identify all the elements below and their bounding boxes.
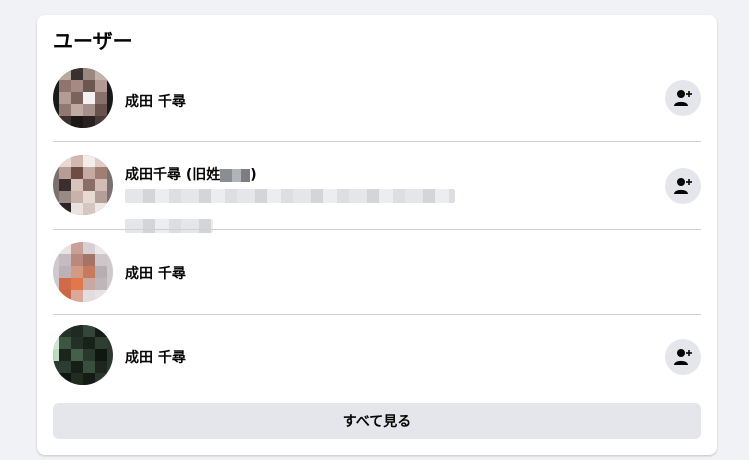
person-add-icon xyxy=(674,90,692,106)
redacted-details xyxy=(125,189,455,203)
avatar[interactable] xyxy=(53,68,113,128)
user-name-prefix: 成田千尋 (旧姓 xyxy=(125,167,221,183)
user-name-suffix: ) xyxy=(250,167,257,183)
user-name[interactable]: 成田 千尋 xyxy=(125,347,186,367)
user-name[interactable]: 成田 千尋 xyxy=(125,91,186,111)
add-friend-button[interactable] xyxy=(665,168,701,204)
person-add-icon xyxy=(674,349,692,365)
user-name[interactable]: 成田千尋 (旧姓) xyxy=(125,164,257,184)
section-title: ユーザー xyxy=(53,29,133,53)
add-friend-button[interactable] xyxy=(665,80,701,116)
see-all-button[interactable]: すべて見る xyxy=(53,403,701,439)
add-friend-button[interactable] xyxy=(665,339,701,375)
avatar[interactable] xyxy=(53,325,113,385)
avatar[interactable] xyxy=(53,155,113,215)
redacted-text xyxy=(220,168,251,182)
user-name[interactable]: 成田 千尋 xyxy=(125,263,186,283)
user-row[interactable]: 成田 千尋 xyxy=(53,315,701,397)
user-row[interactable]: 成田 千尋 xyxy=(53,67,701,141)
users-card: ユーザー 成田 千尋 成田千尋 (旧姓) 成田 千尋 成田 千尋 すべて見る xyxy=(37,15,717,455)
avatar[interactable] xyxy=(53,242,113,302)
person-add-icon xyxy=(674,178,692,194)
user-row[interactable]: 成田 千尋 xyxy=(53,230,701,314)
user-row[interactable]: 成田千尋 (旧姓) xyxy=(53,142,701,233)
